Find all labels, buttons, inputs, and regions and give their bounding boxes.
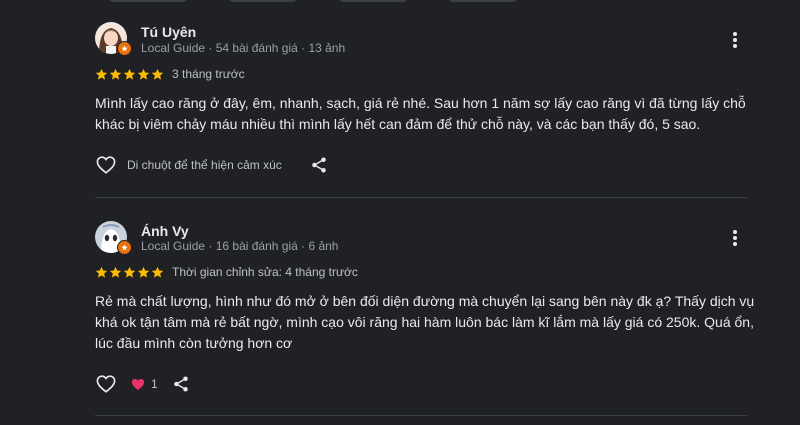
like-count-value: 1 bbox=[151, 377, 158, 391]
like-count[interactable]: 1 bbox=[131, 377, 158, 391]
rating-row: 3 tháng trước bbox=[95, 67, 245, 81]
filter-chip[interactable] bbox=[108, 0, 188, 2]
review-date: Thời gian chỉnh sửa: 4 tháng trước bbox=[172, 265, 358, 279]
star-icon bbox=[137, 266, 150, 278]
heart-filled-icon bbox=[131, 378, 145, 390]
local-guide-badge-icon bbox=[117, 41, 132, 56]
reviews-panel: Tú Uyên Local Guide · 54 bài đánh giá · … bbox=[0, 0, 800, 425]
reviewer-meta[interactable]: Local Guide · 16 bài đánh giá · 6 ảnh bbox=[141, 239, 338, 253]
like-button[interactable] bbox=[95, 373, 117, 395]
heart-outline-icon bbox=[96, 375, 116, 393]
like-button[interactable] bbox=[95, 154, 117, 176]
review-date: 3 tháng trước bbox=[172, 67, 245, 81]
review-card: Ánh Vy Local Guide · 16 bài đánh giá · 6… bbox=[95, 221, 754, 401]
more-options-button[interactable] bbox=[723, 226, 747, 250]
more-vert-icon bbox=[733, 32, 737, 48]
reaction-hint: Di chuột để thể hiện cảm xúc bbox=[127, 158, 282, 172]
share-icon bbox=[312, 157, 326, 173]
review-actions: Di chuột để thể hiện cảm xúc bbox=[95, 154, 330, 176]
reviewer-meta[interactable]: Local Guide · 54 bài đánh giá · 13 ảnh bbox=[141, 41, 345, 55]
reviewer-name[interactable]: Tú Uyên bbox=[141, 24, 196, 40]
star-rating bbox=[95, 266, 164, 279]
reviewer-name[interactable]: Ánh Vy bbox=[141, 223, 189, 239]
share-button[interactable] bbox=[170, 373, 192, 395]
star-icon bbox=[123, 68, 136, 80]
heart-outline-icon bbox=[96, 156, 116, 174]
avatar[interactable] bbox=[95, 221, 132, 255]
star-icon bbox=[95, 266, 108, 278]
share-icon bbox=[173, 376, 188, 392]
more-vert-icon bbox=[733, 230, 737, 246]
filter-chip[interactable] bbox=[338, 0, 408, 2]
filter-chip[interactable] bbox=[448, 0, 518, 2]
review-text: Rẻ mà chất lượng, hình như đó mở ở bên đ… bbox=[95, 293, 755, 351]
review-card: Tú Uyên Local Guide · 54 bài đánh giá · … bbox=[95, 22, 747, 192]
star-icon bbox=[151, 266, 164, 278]
rating-row: Thời gian chỉnh sửa: 4 tháng trước bbox=[95, 265, 358, 279]
star-icon bbox=[151, 68, 164, 80]
avatar[interactable] bbox=[95, 22, 132, 56]
review-divider bbox=[95, 415, 747, 416]
more-options-button[interactable] bbox=[723, 28, 747, 52]
share-button[interactable] bbox=[308, 154, 330, 176]
star-icon bbox=[109, 68, 122, 80]
review-divider bbox=[95, 197, 747, 198]
star-icon bbox=[137, 68, 150, 80]
filter-chip[interactable] bbox=[228, 0, 298, 2]
review-text: Mình lấy cao răng ở đây, êm, nhanh, sạch… bbox=[95, 95, 746, 132]
local-guide-badge-icon bbox=[117, 240, 132, 255]
star-rating bbox=[95, 68, 164, 81]
star-icon bbox=[123, 266, 136, 278]
star-icon bbox=[95, 68, 108, 80]
star-icon bbox=[109, 266, 122, 278]
review-actions: 1 bbox=[95, 373, 192, 395]
